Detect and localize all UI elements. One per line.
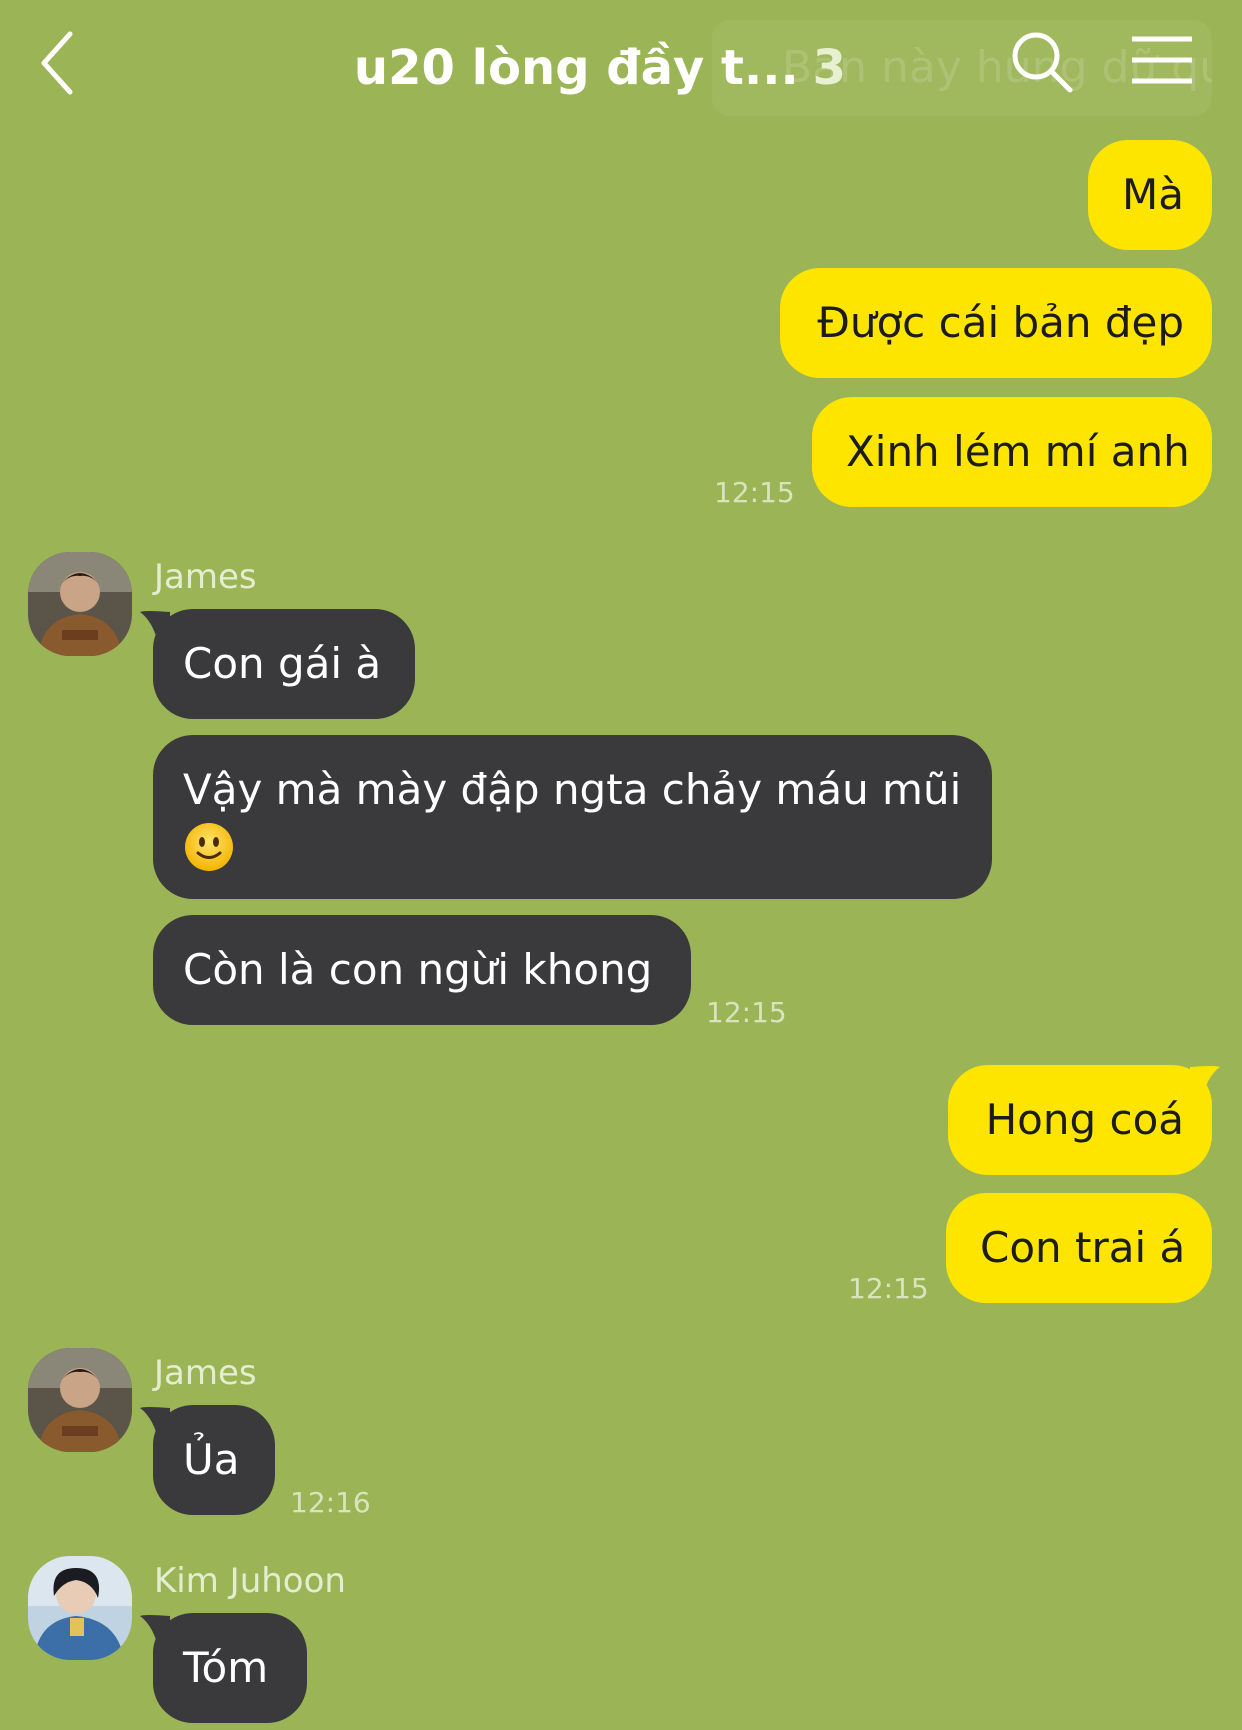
member-count: 3 xyxy=(812,40,847,96)
message-text: Tóm xyxy=(183,1643,269,1692)
search-button[interactable] xyxy=(1010,30,1074,94)
their-message[interactable]: Tóm xyxy=(153,1613,307,1723)
my-message[interactable]: Mà xyxy=(1088,140,1212,250)
message-time: 12:15 xyxy=(706,996,787,1029)
sender-name: James xyxy=(154,1353,257,1393)
hamburger-menu-icon xyxy=(1132,36,1192,84)
message-time: 12:15 xyxy=(714,476,795,509)
message-text: Mà xyxy=(1122,170,1184,219)
message-text: Xinh lém mí anh xyxy=(846,427,1190,476)
their-message[interactable]: Con gái à xyxy=(153,609,415,719)
avatar-james-image xyxy=(28,552,132,656)
sender-name: James xyxy=(154,557,257,597)
message-text: Con gái à xyxy=(183,639,382,688)
avatar-james[interactable] xyxy=(28,1348,132,1452)
search-icon xyxy=(1012,32,1073,93)
back-button[interactable] xyxy=(36,28,86,98)
my-message[interactable]: Được cái bản đẹp xyxy=(780,268,1212,378)
my-message[interactable]: Xinh lém mí anh xyxy=(812,397,1212,507)
my-message[interactable]: Con trai á xyxy=(946,1193,1212,1303)
their-message[interactable]: Ủa xyxy=(153,1405,275,1515)
their-message[interactable]: Còn là con ngừi khong xyxy=(153,915,691,1025)
message-text: Được cái bản đẹp xyxy=(817,298,1184,347)
my-message[interactable]: Hong coá xyxy=(948,1065,1212,1175)
message-text: Ủa xyxy=(183,1435,240,1484)
message-text: Còn là con ngừi khong xyxy=(183,945,653,994)
chat-title[interactable]: u20 lòng đầy t... 3 xyxy=(300,38,900,98)
menu-button[interactable] xyxy=(1130,34,1194,90)
slightly-smiling-face-icon xyxy=(185,822,233,871)
chat-header: Ban này hung dữ quá u20 lòng đầy t... 3 xyxy=(0,0,1242,130)
message-text: Hong coá xyxy=(985,1095,1184,1144)
avatar-kim-juhoon[interactable] xyxy=(28,1556,132,1660)
message-text: Vậy mà mày đập ngta chảy máu mũi xyxy=(183,765,962,814)
their-message[interactable]: Vậy mà mày đập ngta chảy máu mũi xyxy=(153,735,992,899)
message-text: Con trai á xyxy=(980,1223,1186,1272)
chat-title-text: u20 lòng đầy t... xyxy=(353,40,799,96)
sender-name: Kim Juhoon xyxy=(154,1561,346,1601)
chevron-left-icon xyxy=(41,31,73,95)
avatar-james[interactable] xyxy=(28,552,132,656)
message-time: 12:16 xyxy=(290,1486,371,1519)
avatar-james-image xyxy=(28,1348,132,1452)
avatar-kim-juhoon-image xyxy=(28,1556,132,1660)
message-time: 12:15 xyxy=(848,1272,929,1305)
